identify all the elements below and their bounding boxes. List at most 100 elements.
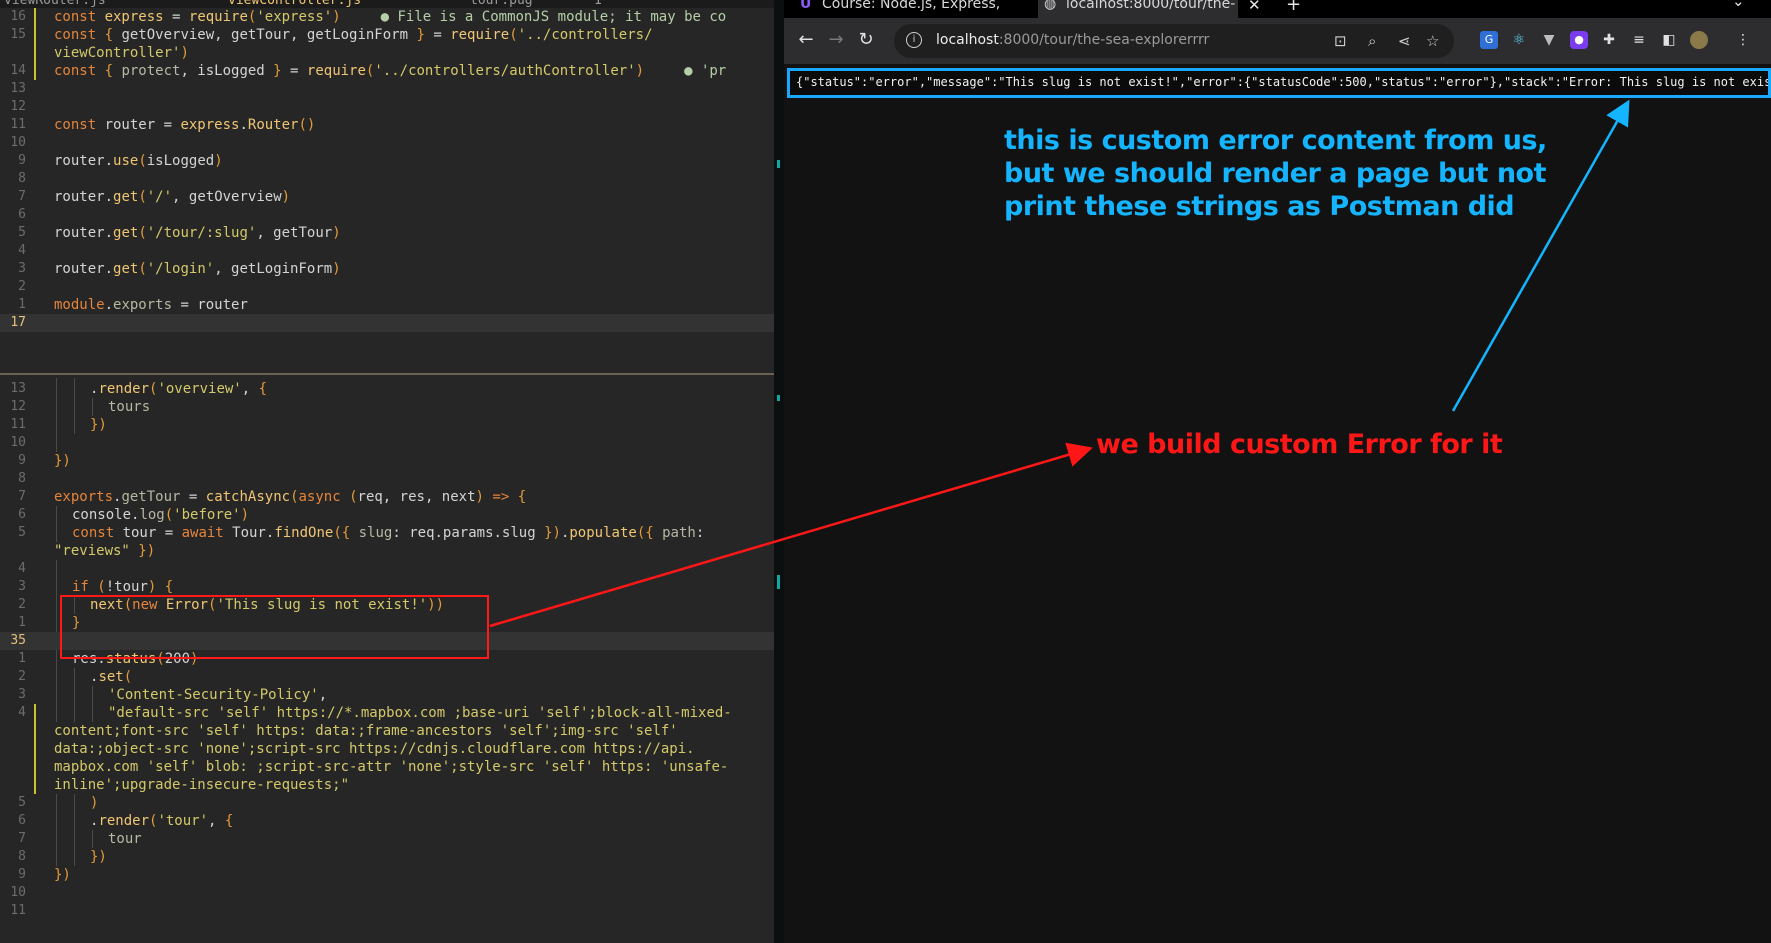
git-change-marker	[34, 44, 36, 62]
code-line[interactable]: 6 console.log('before')	[0, 506, 774, 524]
code-token: =	[163, 9, 189, 25]
browser-menu-icon[interactable]: ⋮	[1734, 31, 1752, 49]
react-devtools-icon[interactable]: ⚛	[1510, 31, 1528, 49]
indent-guide	[56, 560, 57, 578]
code-line[interactable]: 5 const tour = await Tour.findOne({ slug:…	[0, 524, 774, 542]
vue-devtools-icon[interactable]: ▼	[1540, 31, 1558, 49]
indent-guide	[56, 686, 57, 704]
code-line[interactable]: 9})	[0, 452, 774, 470]
tab-search-icon[interactable]: ⌄	[1732, 0, 1745, 10]
browser-toolbar: ← → ↻ i localhost:8000/tour/the-sea-expl…	[784, 18, 1771, 64]
code-line[interactable]: 7 router.get('/', getOverview)	[0, 188, 774, 206]
code-token: path	[662, 525, 696, 541]
code-line[interactable]: 10	[0, 884, 774, 902]
code-line[interactable]: 9 router.use(isLogged)	[0, 152, 774, 170]
code-line[interactable]: 12	[0, 98, 774, 116]
code-line[interactable]: 5 router.get('/tour/:slug', getTour)	[0, 224, 774, 242]
browser-tab-course[interactable]: U Course: Node.js, Express,	[800, 0, 1030, 18]
code-line[interactable]: 8	[0, 170, 774, 188]
code-line[interactable]: data:;object-src 'none';script-src https…	[0, 740, 774, 758]
code-line[interactable]: 13 .render('overview', {	[0, 380, 774, 398]
indent-guide	[56, 578, 57, 596]
code-text: tours	[108, 398, 150, 416]
close-tab-icon[interactable]: ✕	[1248, 0, 1261, 14]
code-line[interactable]: 6	[0, 206, 774, 224]
back-icon[interactable]: ←	[794, 28, 818, 52]
translate-icon[interactable]: ⊡	[1334, 32, 1347, 50]
browser-tab-localhost[interactable]: ◍ localhost:8000/tour/the-	[1038, 0, 1238, 18]
bookmark-star-icon[interactable]: ☆	[1426, 32, 1439, 50]
indent-guide	[56, 794, 57, 812]
line-number: 6	[18, 207, 26, 222]
pane-divider[interactable]	[0, 373, 774, 375]
code-line[interactable]: 8	[0, 470, 774, 488]
site-info-icon[interactable]: i	[906, 32, 922, 48]
code-line[interactable]: mapbox.com 'self' blob: ;script-src-attr…	[0, 758, 774, 776]
google-translate-extension-icon[interactable]: G	[1480, 31, 1498, 49]
code-text: .render('tour', {	[90, 812, 233, 830]
editor-pane-view-router[interactable]: 16 const express = require('express') ● Fi…	[0, 0, 774, 372]
code-line[interactable]: 4 "default-src 'self' https://*.mapbox.co…	[0, 704, 774, 722]
code-token: req, res, next	[357, 489, 476, 505]
code-line[interactable]: 3 router.get('/login', getLoginForm)	[0, 260, 774, 278]
code-token: ({	[333, 525, 359, 541]
code-line[interactable]: 5)	[0, 794, 774, 812]
browser-tab-bar: U Course: Node.js, Express, ◍ localhost:…	[784, 0, 1771, 18]
code-line[interactable]: 7 exports.getTour = catchAsync(async (req…	[0, 488, 774, 506]
code-line[interactable]: 3 'Content-Security-Policy',	[0, 686, 774, 704]
code-token: '../controllers/authController'	[374, 63, 636, 79]
code-line[interactable]: 16 const express = require('express') ● Fi…	[0, 8, 774, 26]
code-line[interactable]: 12 tours	[0, 398, 774, 416]
code-line[interactable]: 10	[0, 434, 774, 452]
url-text[interactable]: localhost:8000/tour/the-sea-explorerrrr	[936, 32, 1209, 48]
indent-guide	[74, 794, 75, 812]
code-line[interactable]: 11})	[0, 416, 774, 434]
code-text: const tour = await Tour.findOne({ slug: …	[72, 524, 704, 542]
share-icon[interactable]: ⋖	[1398, 32, 1411, 50]
editor-pane-view-controller[interactable]: 14)13.render('overview', {12tours11})109…	[0, 378, 774, 943]
line-number: 12	[10, 399, 26, 414]
code-token: get	[113, 225, 139, 241]
code-line[interactable]: 17	[0, 314, 774, 332]
code-line[interactable]: 10	[0, 134, 774, 152]
code-text: const router = express.Router()	[54, 116, 315, 134]
code-line[interactable]: 9})	[0, 866, 774, 884]
zoom-icon[interactable]: ⌕	[1368, 32, 1376, 50]
side-panel-icon[interactable]: ◧	[1660, 31, 1678, 49]
code-line[interactable]: 1 module.exports = router	[0, 296, 774, 314]
code-line[interactable]: 6 .render('tour', {	[0, 812, 774, 830]
indent-guide	[92, 686, 93, 704]
code-line[interactable]: 11 const router = express.Router()	[0, 116, 774, 134]
code-line[interactable]: 8})	[0, 848, 774, 866]
code-token: require	[306, 63, 366, 79]
media-control-icon[interactable]: ≡	[1630, 31, 1648, 49]
highlight-box-error-code	[60, 595, 489, 659]
code-line[interactable]: inline';upgrade-insecure-requests;"	[0, 776, 774, 794]
profile-avatar[interactable]	[1690, 31, 1708, 49]
code-line[interactable]: "reviews" })	[0, 542, 774, 560]
code-line[interactable]: 11	[0, 902, 774, 920]
code-line[interactable]: content;font-src 'self' https: data:;fra…	[0, 722, 774, 740]
code-token: require	[450, 27, 510, 43]
code-line[interactable]: 4	[0, 560, 774, 578]
forward-icon[interactable]: →	[824, 28, 848, 52]
git-change-marker	[34, 26, 36, 44]
code-line[interactable]: 7 tour	[0, 830, 774, 848]
code-line[interactable]: 3 if (!tour) {	[0, 578, 774, 596]
reload-icon[interactable]: ↻	[854, 28, 878, 52]
code-token: )	[475, 489, 484, 505]
code-line[interactable]: 2	[0, 278, 774, 296]
code-line[interactable]: 14 const { protect, isLogged } = require(…	[0, 62, 774, 80]
code-line[interactable]: 2 .set(	[0, 668, 774, 686]
address-bar[interactable]: i localhost:8000/tour/the-sea-explorerrr…	[894, 24, 1454, 58]
code-token: (	[123, 669, 133, 685]
extension-purple-icon[interactable]: ●	[1570, 31, 1588, 49]
code-line[interactable]: 15 const { getOverview, getTour, getLogin…	[0, 26, 774, 44]
code-token: const	[54, 27, 105, 43]
code-line[interactable]: 4	[0, 242, 774, 260]
code-token: require	[188, 9, 248, 25]
code-line[interactable]: 13	[0, 80, 774, 98]
new-tab-icon[interactable]: +	[1286, 0, 1301, 15]
code-line[interactable]: viewController')	[0, 44, 774, 62]
extensions-puzzle-icon[interactable]: ✚	[1600, 31, 1618, 49]
